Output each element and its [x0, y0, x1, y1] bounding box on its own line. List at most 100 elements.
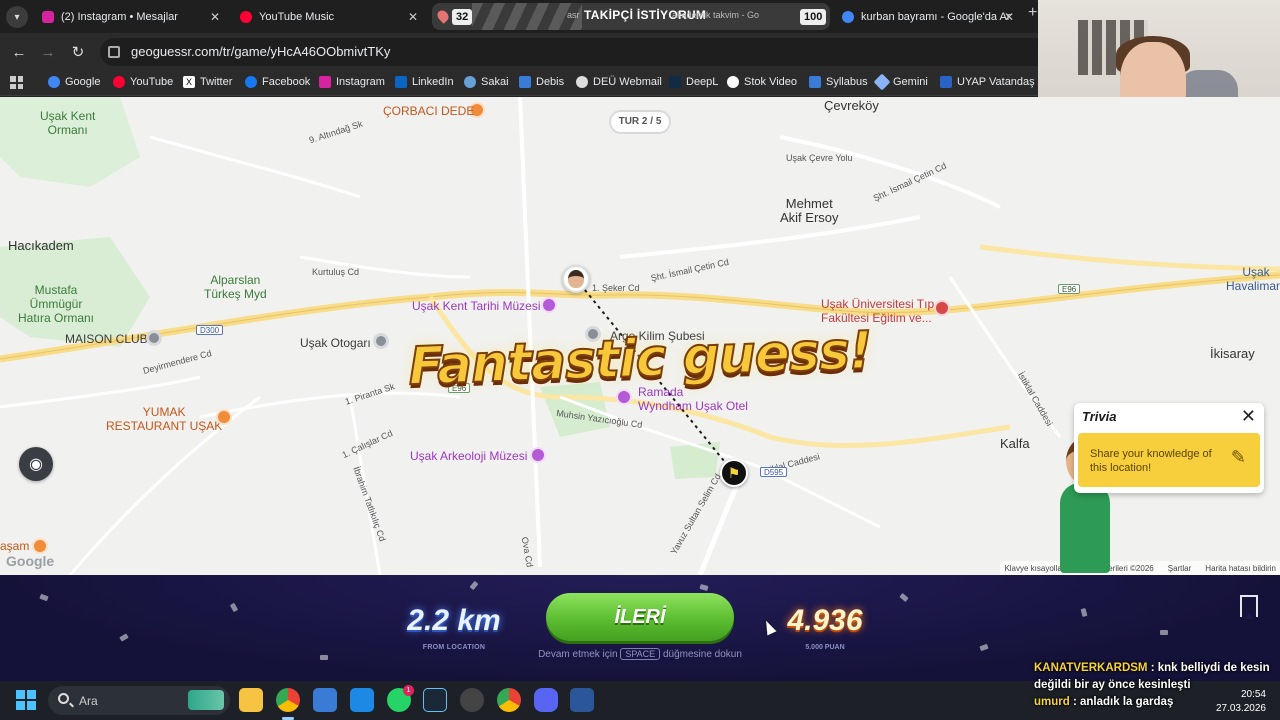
map-label-arkeoloji[interactable]: Uşak Arkeoloji Müzesi	[410, 449, 527, 463]
bookmark-stok-video[interactable]: Stok Video	[727, 76, 797, 88]
restaurant-pin-icon[interactable]	[216, 409, 232, 425]
distance-value: 2.2 km	[407, 604, 501, 637]
back-arrow-icon[interactable]: ←	[8, 41, 30, 63]
map-label-asam[interactable]: aşam	[0, 539, 29, 553]
map-label-kurtulus: Kurtuluş Cd	[312, 267, 360, 277]
new-tab-icon[interactable]: +	[1028, 4, 1037, 22]
continue-hint: Devam etmek için SPACE düğmesine dokun	[520, 648, 760, 660]
restaurant-pin-icon[interactable]	[32, 538, 48, 554]
bookmark-instagram[interactable]: Instagram	[319, 76, 385, 88]
bookmark-syllabus[interactable]: Syllabus	[809, 76, 868, 88]
tray-clock[interactable]: 20:54 27.03.2026	[1212, 688, 1266, 716]
trivia-share-button[interactable]: Share your knowledge of this location! ✎	[1078, 433, 1260, 487]
word-icon[interactable]	[570, 688, 594, 712]
map-label-cevrekoy: Çevreköy	[824, 98, 879, 113]
hotel-pin-icon[interactable]	[616, 389, 632, 405]
bookmark-linkedin[interactable]: LinkedIn	[395, 76, 454, 88]
close-icon[interactable]: ✕	[1241, 406, 1256, 427]
map-label-yumak[interactable]: YUMAK RESTAURANT UŞAK	[106, 405, 222, 433]
tab-search-chevron-icon[interactable]: ▾	[6, 6, 28, 28]
bookmark-youtube[interactable]: YouTube	[113, 76, 173, 88]
bookmark-label: YouTube	[130, 76, 174, 88]
search-icon	[58, 693, 69, 704]
bookmark-label: DEÜ Webmail	[593, 76, 662, 88]
url-text: geoguessr.com/tr/game/yHcA46OObmivtTKy	[131, 44, 391, 59]
bookmark-icon[interactable]	[1240, 595, 1258, 619]
tab-akademik-takvim[interactable]: akademik takvim - Go	[672, 10, 759, 20]
address-bar[interactable]: geoguessr.com/tr/game/yHcA46OObmivtTKy	[100, 38, 1040, 66]
score-value: 4.936	[787, 604, 863, 637]
report-map-error-link[interactable]: Harita hatası bildirin	[1205, 564, 1276, 573]
microsoft-store-icon[interactable]	[313, 688, 337, 712]
place-pin-icon[interactable]	[146, 330, 162, 346]
notification-badge: 1	[403, 685, 414, 696]
google-logo: Google	[6, 553, 55, 569]
close-tab-icon[interactable]: ✕	[1004, 10, 1014, 24]
tab-label: (2) Instagram • Mesajlar	[61, 11, 178, 23]
bookmark-label: UYAP Vatandaş	[957, 76, 1035, 88]
bookmark-twitter[interactable]: X Twitter	[183, 76, 232, 88]
facebook-icon	[245, 76, 257, 88]
location-pin-button-icon[interactable]: ◉	[19, 447, 53, 481]
bookmark-deu-webmail[interactable]: DEÜ Webmail	[576, 76, 662, 88]
windows-start-icon[interactable]	[16, 690, 36, 710]
confetti	[1160, 630, 1168, 635]
chrome-icon[interactable]	[276, 688, 300, 712]
tab-label: kurban bayramı - Google'da Ar	[861, 11, 1011, 23]
map-label-otogari[interactable]: Uşak Otogarı	[300, 336, 371, 350]
tab-youtube-music[interactable]: YouTube Music ✕	[230, 4, 426, 30]
close-tab-icon[interactable]: ✕	[210, 10, 220, 24]
next-round-button[interactable]: İLERİ	[546, 593, 734, 641]
forward-arrow-icon[interactable]: →	[37, 41, 59, 63]
browser-toolbar: ← → ↻ geoguessr.com/tr/game/yHcA46OObmiv…	[0, 33, 1040, 71]
bookmark-facebook[interactable]: Facebook	[245, 76, 310, 88]
bus-station-pin-icon[interactable]	[373, 333, 389, 349]
bookmark-google[interactable]: Google	[48, 76, 100, 88]
taskbar-search[interactable]: Ara	[48, 686, 230, 715]
museum-pin-icon[interactable]	[530, 447, 546, 463]
google-icon	[842, 11, 854, 23]
youtube-music-icon	[240, 11, 252, 23]
bookmark-debis[interactable]: Debis	[519, 76, 564, 88]
bookmark-sakai[interactable]: Sakai	[464, 76, 509, 88]
map-label-mehmet-akif: Mehmet Akif Ersoy	[780, 196, 839, 225]
clock-time: 20:54	[1240, 689, 1266, 700]
map-label-maison-club[interactable]: MAISON CLUB	[65, 332, 148, 346]
terms-link[interactable]: Şartlar	[1168, 564, 1192, 573]
reload-icon[interactable]: ↻	[67, 41, 89, 63]
bookmark-label: DeepL	[686, 76, 719, 88]
tab-kurban-bayrami[interactable]: kurban bayramı - Google'da Ar ✕	[832, 4, 1022, 30]
whatsapp-icon[interactable]: 1	[387, 685, 414, 712]
distance-caption: FROM LOCATION	[422, 644, 486, 651]
chrome-profile-icon[interactable]	[497, 688, 521, 712]
confetti	[119, 633, 129, 642]
result-map[interactable]: TUR 2 / 5 Uşak Kent Ormanı ÇORBACI DEDE Ç…	[0, 97, 1280, 575]
file-explorer-icon[interactable]	[239, 688, 263, 712]
avatar-face-icon	[568, 270, 584, 288]
map-label-kent-tarihi[interactable]: Uşak Kent Tarihi Müzesi	[412, 299, 541, 313]
map-label-hacikadem: Hacıkadem	[8, 238, 74, 253]
player-guess-marker[interactable]	[562, 265, 590, 293]
hospital-pin-icon[interactable]	[934, 300, 950, 316]
steam-icon[interactable]	[423, 688, 447, 712]
discord-icon[interactable]	[534, 688, 558, 712]
bookmark-deepl[interactable]: DeepL	[669, 76, 718, 88]
mail-icon[interactable]	[350, 688, 374, 712]
road-shield-e96: E96	[1058, 284, 1081, 294]
bookmark-uyap[interactable]: UYAP Vatandaş	[940, 76, 1035, 88]
tab-instagram[interactable]: (2) Instagram • Mesajlar ✕	[32, 4, 228, 30]
museum-pin-icon[interactable]	[541, 297, 557, 313]
obs-icon[interactable]	[460, 688, 484, 712]
apps-grid-icon[interactable]	[10, 76, 23, 89]
site-info-icon[interactable]	[108, 46, 120, 58]
bookmark-gemini[interactable]: Gemini	[873, 73, 928, 91]
x-twitter-icon: X	[183, 76, 195, 88]
hint-prefix: Devam etmek için	[538, 649, 618, 660]
instagram-icon	[319, 76, 331, 88]
google-icon	[48, 76, 60, 88]
confetti	[229, 602, 239, 613]
map-label-corbaci-dede[interactable]: ÇORBACI DEDE	[383, 104, 474, 118]
close-tab-icon[interactable]: ✕	[408, 10, 418, 24]
map-label-ramada[interactable]: Ramada Wyndham Uşak Otel	[638, 385, 748, 413]
correct-location-flag-icon[interactable]: ⚑	[720, 459, 748, 487]
